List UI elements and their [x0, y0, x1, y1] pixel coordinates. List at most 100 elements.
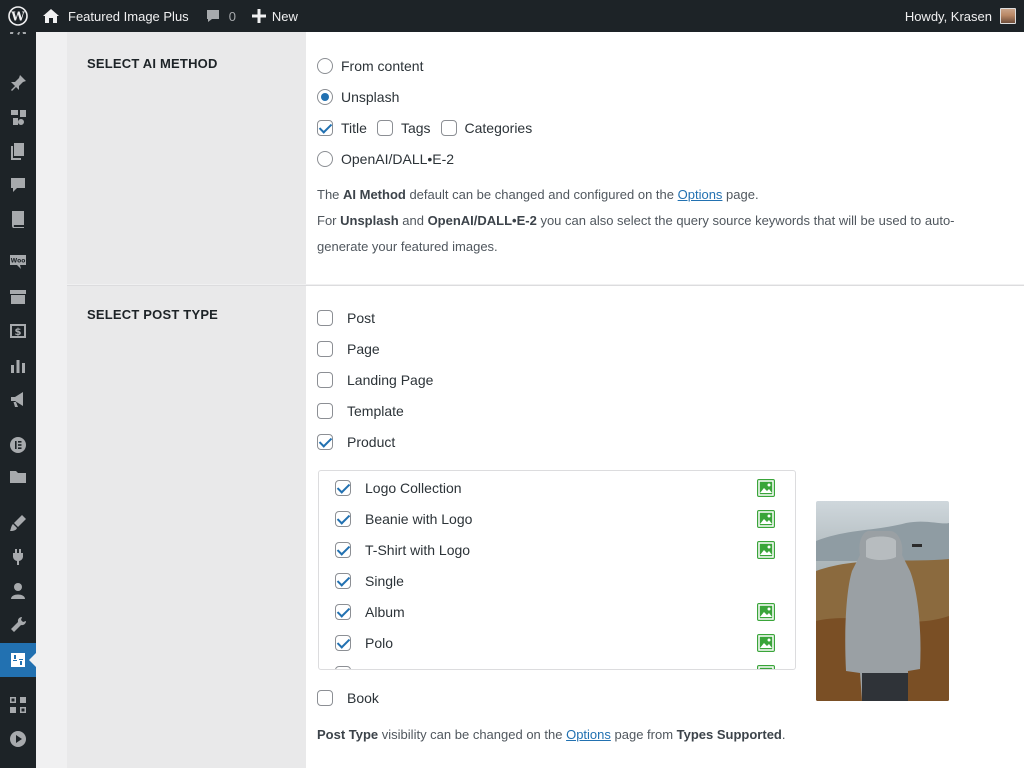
users-icon[interactable] — [0, 574, 36, 608]
radio-openai[interactable] — [317, 151, 333, 167]
desc-bold: Unsplash — [340, 213, 399, 228]
plugins-icon[interactable] — [0, 540, 36, 574]
ai-option-unsplash[interactable]: Unsplash — [317, 89, 399, 105]
book-icon[interactable] — [0, 202, 36, 236]
post-type-book[interactable]: Book — [317, 690, 379, 706]
ai-option-label: From content — [341, 58, 424, 74]
options-link[interactable]: Options — [566, 727, 611, 742]
checkbox-title[interactable] — [317, 120, 333, 136]
admin-sidebar: Woo $ — [0, 26, 36, 768]
product-label: T-Shirt with Logo — [365, 542, 471, 558]
list-item[interactable]: Beanie with Logo — [335, 509, 775, 529]
post-type-label: Post — [347, 310, 376, 326]
comments-icon[interactable] — [0, 168, 36, 202]
admin-bar: W Featured Image Plus 0 New Howdy, Krase… — [0, 0, 1024, 32]
elementor-icon[interactable] — [0, 428, 36, 462]
post-type-label: Landing Page — [347, 372, 434, 388]
ai-method-section: SELECT AI METHOD From content Unsplash T… — [67, 32, 1024, 284]
desc-line-1: The AI Method default can be changed and… — [317, 182, 997, 208]
list-item[interactable]: Album — [335, 602, 775, 622]
checkbox-product[interactable] — [317, 434, 333, 450]
list-item[interactable]: Single — [335, 571, 775, 591]
ai-option-from-content[interactable]: From content — [317, 58, 423, 74]
desc-text: page from — [610, 727, 677, 742]
checkbox-categories[interactable] — [440, 120, 457, 136]
settings-sliders-icon[interactable] — [0, 643, 36, 677]
image-icon[interactable] — [757, 634, 775, 652]
checkbox-page[interactable] — [317, 341, 333, 357]
desc-text: . — [781, 727, 786, 742]
post-type-landing-page[interactable]: Landing Page — [317, 372, 433, 388]
desc-text: For — [317, 213, 341, 228]
desc-text: and — [398, 213, 428, 228]
ai-method-description: The AI Method default can be changed and… — [317, 182, 997, 260]
account-menu[interactable]: Howdy, Krasen — [897, 0, 1024, 32]
desc-text: The — [317, 187, 344, 202]
keyword-categories-label: Categories — [464, 120, 533, 136]
product-list-box[interactable]: Logo Collection Beanie with Logo T-Shirt… — [318, 470, 796, 670]
products-archive-icon[interactable] — [0, 280, 36, 314]
list-item[interactable]: T-Shirt with Logo — [335, 540, 775, 560]
radio-from-content[interactable] — [317, 58, 333, 74]
product-label: Logo Collection — [365, 480, 462, 496]
templates-folder-icon[interactable] — [0, 460, 36, 494]
play-circle-icon[interactable] — [0, 722, 36, 756]
product-label: Beanie with Logo — [365, 511, 473, 527]
post-type-template[interactable]: Template — [317, 403, 404, 419]
post-type-product[interactable]: Product — [317, 434, 395, 450]
post-type-label: Product — [347, 434, 396, 450]
image-icon[interactable] — [757, 479, 775, 497]
product-checkbox[interactable] — [335, 604, 351, 620]
product-checkbox[interactable] — [335, 542, 351, 558]
product-checkbox[interactable] — [335, 635, 351, 651]
post-type-label: Template — [347, 403, 404, 419]
post-type-page[interactable]: Page — [317, 341, 380, 357]
appearance-brush-icon[interactable] — [0, 506, 36, 540]
keyword-options: Title Tags Categories — [317, 120, 532, 136]
checkbox-book[interactable] — [317, 690, 333, 706]
product-label: Polo — [365, 635, 394, 651]
media-icon[interactable] — [0, 100, 36, 134]
checkbox-template[interactable] — [317, 403, 333, 419]
list-item[interactable]: Polo — [335, 633, 775, 653]
product-checkbox[interactable] — [335, 666, 351, 669]
checkbox-tags[interactable] — [376, 120, 393, 136]
site-name: Featured Image Plus — [68, 8, 189, 24]
pages-icon[interactable] — [0, 134, 36, 168]
product-label: Single — [365, 573, 404, 589]
desc-bold: AI Method — [343, 187, 406, 202]
image-icon[interactable] — [757, 665, 775, 669]
keyword-title-label: Title — [341, 120, 367, 136]
image-icon[interactable] — [757, 541, 775, 559]
plus-icon — [251, 9, 266, 23]
post-type-header-cell: SELECT POST TYPE — [67, 286, 306, 768]
checkbox-post[interactable] — [317, 310, 333, 326]
post-type-label: Book — [347, 690, 379, 706]
post-type-title: SELECT POST TYPE — [87, 307, 219, 322]
new-content-link[interactable]: New — [244, 0, 306, 32]
image-icon[interactable] — [757, 510, 775, 528]
posts-pin-icon[interactable] — [0, 66, 36, 100]
product-checkbox[interactable] — [335, 480, 351, 496]
image-icon[interactable] — [757, 603, 775, 621]
marketing-megaphone-icon[interactable] — [0, 382, 36, 416]
tools-wrench-icon[interactable] — [0, 608, 36, 642]
payments-dollar-icon[interactable]: $ — [0, 314, 36, 348]
list-item[interactable]: Logo Collection — [335, 478, 775, 498]
woocommerce-icon[interactable]: Woo — [0, 244, 36, 278]
options-link[interactable]: Options — [678, 187, 723, 202]
blocks-grid-icon[interactable] — [0, 688, 36, 722]
product-checkbox[interactable] — [335, 573, 351, 589]
list-item-partial[interactable] — [335, 664, 775, 669]
wordpress-logo-icon[interactable]: W — [0, 0, 36, 32]
keyword-tags-label: Tags — [400, 120, 431, 136]
radio-unsplash[interactable] — [317, 89, 333, 105]
product-checkbox[interactable] — [335, 511, 351, 527]
checkbox-landing-page[interactable] — [317, 372, 333, 388]
site-name-link[interactable]: Featured Image Plus — [36, 0, 197, 32]
comments-link[interactable]: 0 — [197, 0, 244, 32]
post-type-post[interactable]: Post — [317, 310, 375, 326]
ai-option-openai[interactable]: OpenAI/DALL•E-2 — [317, 151, 454, 167]
analytics-bar-icon[interactable] — [0, 348, 36, 382]
svg-text:$: $ — [15, 327, 22, 338]
